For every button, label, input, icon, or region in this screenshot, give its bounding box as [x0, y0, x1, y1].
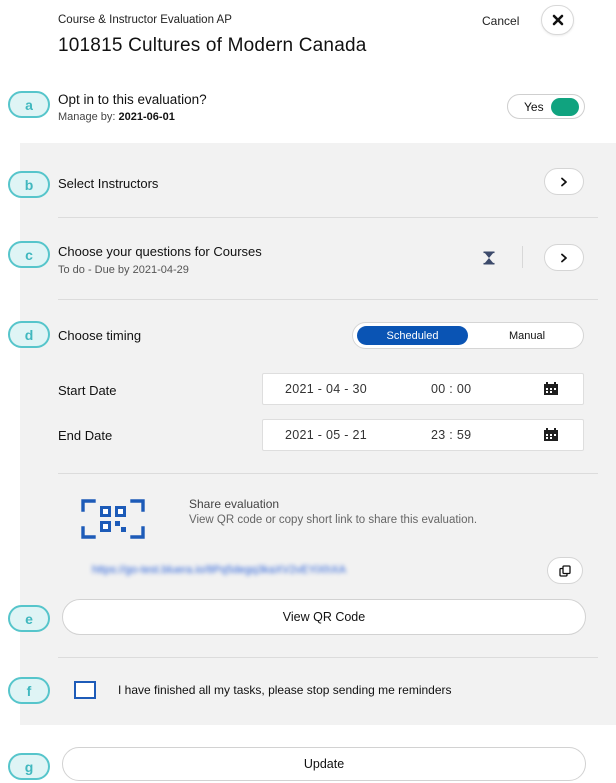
- timing-option-scheduled[interactable]: Scheduled: [357, 326, 468, 345]
- step-badge-c: c: [8, 241, 50, 268]
- optin-label: Opt in to this evaluation?: [58, 92, 207, 107]
- start-time-value: 00 : 00: [431, 382, 472, 396]
- manage-by-date: 2021-06-01: [118, 111, 175, 123]
- choose-timing-label: Choose timing: [58, 328, 142, 343]
- end-date-field[interactable]: 2021 - 05 - 21 23 : 59: [262, 419, 584, 451]
- separator: [522, 246, 523, 268]
- copy-link-button[interactable]: [547, 557, 583, 584]
- manage-by-prefix: Manage by:: [58, 111, 116, 123]
- qr-code-icon: [81, 499, 145, 539]
- hourglass-icon: [483, 251, 495, 265]
- questions-status: To do - Due by 2021-04-29: [58, 264, 189, 276]
- copy-icon: [559, 564, 571, 577]
- end-date-label: End Date: [58, 428, 113, 443]
- close-icon: [552, 14, 563, 26]
- choose-questions-label: Choose your questions for Courses: [58, 244, 262, 259]
- manage-by: Manage by: 2021-06-01: [58, 111, 175, 123]
- start-date-label: Start Date: [58, 383, 117, 398]
- timing-option-manual[interactable]: Manual: [473, 326, 581, 345]
- divider: [58, 473, 598, 474]
- end-time-value: 23 : 59: [431, 428, 472, 442]
- calendar-icon[interactable]: [543, 428, 559, 442]
- step-badge-e: e: [8, 605, 50, 632]
- stop-reminders-checkbox[interactable]: [74, 681, 96, 699]
- share-title: Share evaluation: [189, 497, 280, 511]
- chevron-right-icon: [561, 253, 567, 262]
- short-link[interactable]: https://go-test.bluera.io/8Pq5degq3kaXV2…: [92, 564, 346, 576]
- update-button[interactable]: Update: [62, 747, 586, 781]
- step-badge-b: b: [8, 171, 50, 198]
- close-button[interactable]: [541, 5, 574, 35]
- select-instructors-label: Select Instructors: [58, 176, 159, 191]
- divider: [58, 217, 598, 218]
- step-badge-f: f: [8, 677, 50, 704]
- step-badge-g: g: [8, 753, 50, 780]
- select-instructors-button[interactable]: [544, 168, 584, 195]
- choose-questions-button[interactable]: [544, 244, 584, 271]
- start-date-field[interactable]: 2021 - 04 - 30 00 : 00: [262, 373, 584, 405]
- page-title: 101815 Cultures of Modern Canada: [58, 35, 367, 56]
- calendar-icon[interactable]: [543, 382, 559, 396]
- share-description: View QR code or copy short link to share…: [189, 514, 478, 526]
- toggle-label: Yes: [524, 100, 544, 114]
- timing-segmented-control: Scheduled Manual: [352, 322, 584, 349]
- chevron-right-icon: [561, 177, 567, 186]
- step-badge-a: a: [8, 91, 50, 118]
- optin-toggle[interactable]: Yes: [507, 94, 585, 119]
- view-qr-code-button[interactable]: View QR Code: [62, 599, 586, 635]
- divider: [58, 657, 598, 658]
- toggle-switch: [551, 98, 579, 116]
- stop-reminders-label: I have finished all my tasks, please sto…: [118, 683, 452, 697]
- step-badge-d: d: [8, 321, 50, 348]
- end-date-value: 2021 - 05 - 21: [285, 428, 368, 442]
- start-date-value: 2021 - 04 - 30: [285, 382, 368, 396]
- divider: [58, 299, 598, 300]
- evaluation-type: Course & Instructor Evaluation AP: [58, 14, 232, 26]
- cancel-link[interactable]: Cancel: [482, 14, 519, 28]
